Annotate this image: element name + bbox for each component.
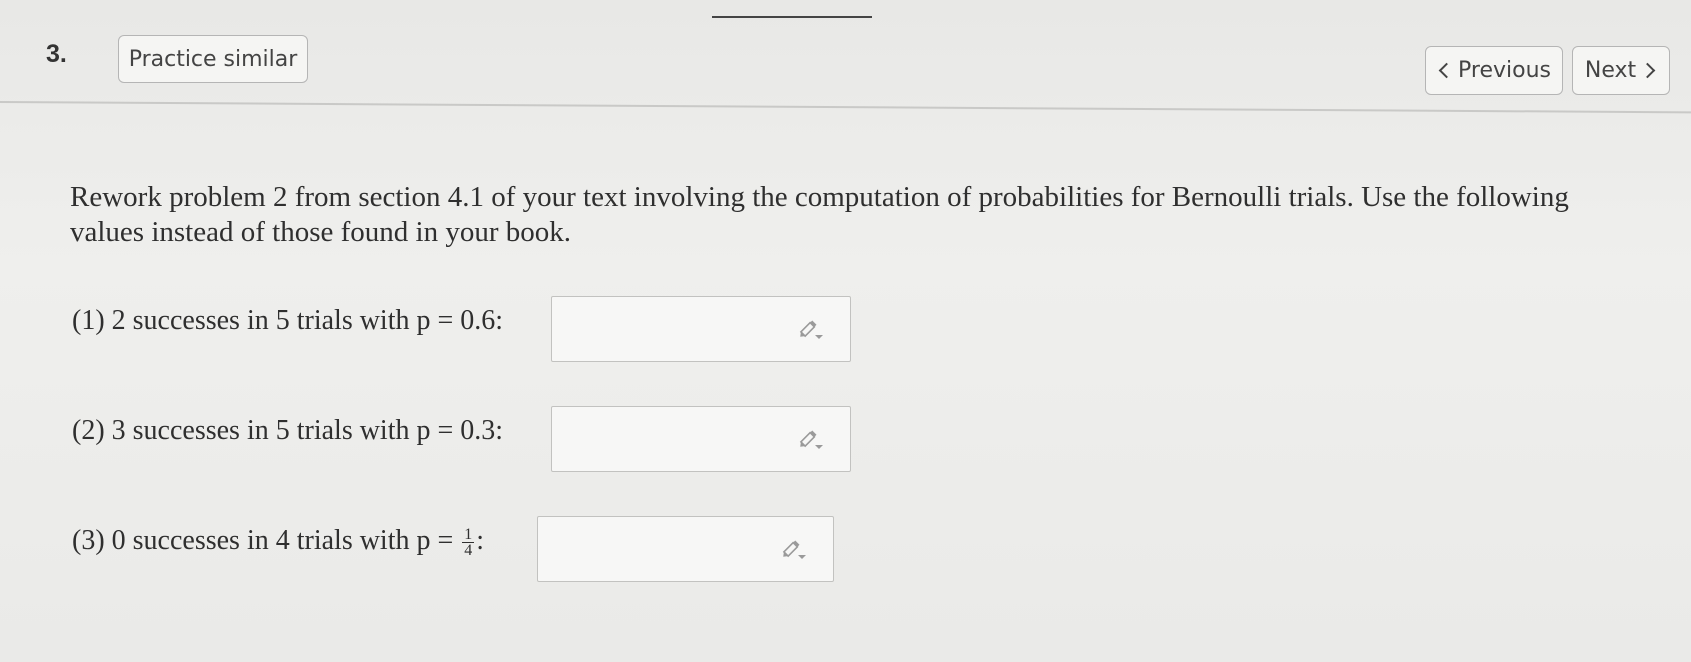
- part-3-label-suffix: :: [476, 525, 485, 556]
- next-label: Next: [1584, 58, 1637, 83]
- problem-prompt: Rework problem 2 from section 4.1 of you…: [70, 181, 1569, 248]
- fraction-numerator: 1: [462, 526, 475, 544]
- pencil-dropdown-icon[interactable]: [781, 539, 807, 561]
- next-button[interactable]: Next: [1572, 46, 1670, 95]
- chevron-right-icon: [1639, 62, 1656, 79]
- top-rule: [712, 16, 872, 18]
- pencil-dropdown-icon[interactable]: [798, 429, 824, 451]
- practice-similar-label: Practice similar: [128, 46, 298, 72]
- header-divider: [0, 101, 1691, 114]
- page: 3. Practice similar Previous Next Rework…: [0, 0, 1691, 662]
- part-3-label: (3) 0 successes in 4 trials with p = 14:: [72, 525, 485, 560]
- answer-field-2[interactable]: [551, 406, 851, 472]
- fraction-denominator: 4: [464, 542, 473, 560]
- practice-similar-button[interactable]: Practice similar: [118, 35, 308, 83]
- previous-button[interactable]: Previous: [1425, 46, 1563, 95]
- fraction-one-quarter: 14: [462, 526, 475, 560]
- answer-field-3[interactable]: [537, 516, 834, 582]
- previous-label: Previous: [1458, 58, 1551, 83]
- part-1-label: (1) 2 successes in 5 trials with p = 0.6…: [72, 305, 504, 336]
- answer-field-1[interactable]: [551, 296, 851, 362]
- pencil-dropdown-icon[interactable]: [798, 319, 824, 341]
- part-3-label-prefix: (3) 0 successes in 4 trials with p =: [72, 525, 461, 556]
- chevron-left-icon: [1438, 62, 1455, 79]
- question-number: 3.: [46, 40, 67, 68]
- part-2-label: (2) 3 successes in 5 trials with p = 0.3…: [72, 415, 504, 446]
